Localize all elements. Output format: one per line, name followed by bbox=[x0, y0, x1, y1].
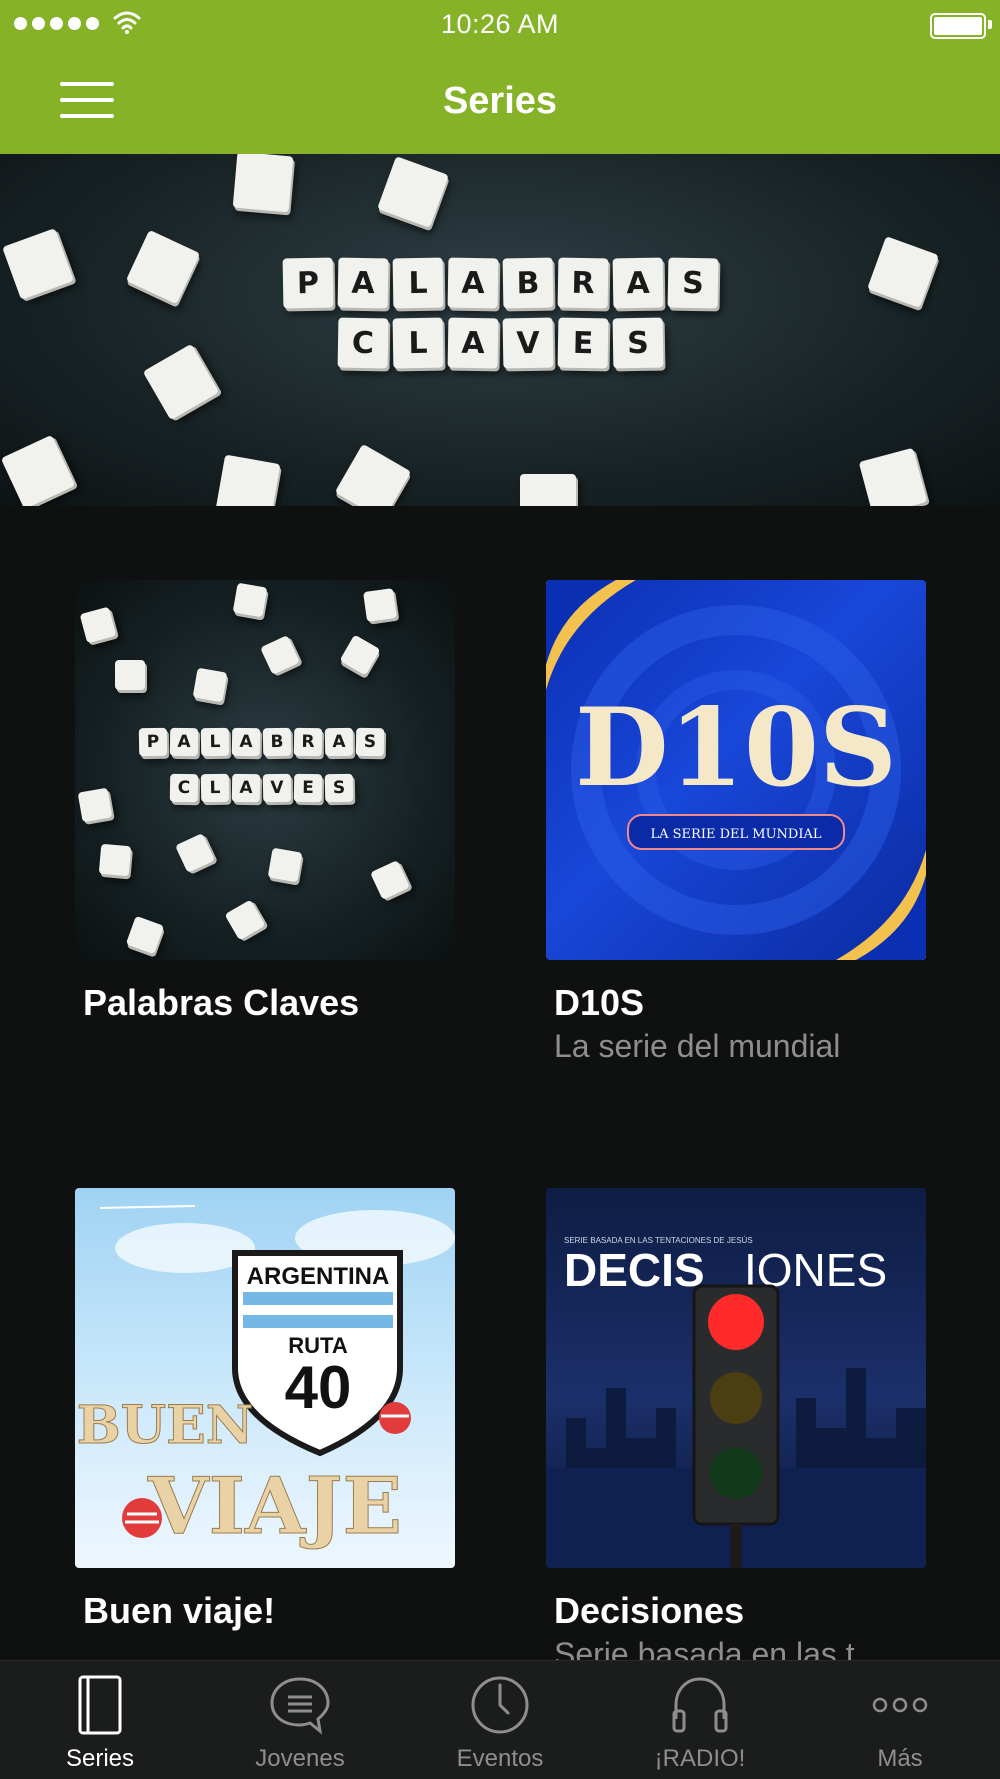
tab-label: Eventos bbox=[456, 1745, 544, 1772]
tab-label: Más bbox=[877, 1745, 923, 1772]
featured-banner[interactable]: PALABRASCLAVES bbox=[0, 154, 1000, 506]
thumb-scatter-tile bbox=[175, 833, 215, 873]
d10s-art-title: D10S bbox=[575, 685, 897, 811]
sign-top: ARGENTINA bbox=[247, 1263, 390, 1290]
art-word-2: VIAJE bbox=[147, 1461, 402, 1552]
d10s-art-badge: LA SERIE DEL MUNDIAL bbox=[651, 827, 822, 842]
series-thumbnail[interactable]: D10S LA SERIE DEL MUNDIAL bbox=[546, 580, 926, 960]
d10s-artwork: D10S LA SERIE DEL MUNDIAL bbox=[546, 580, 926, 960]
banner-tile-row2: S bbox=[612, 317, 664, 369]
thumb-tile-row1: R bbox=[293, 727, 323, 757]
top-bar: 10:26 AM Series bbox=[0, 0, 1000, 154]
banner-scatter-tile bbox=[232, 154, 294, 213]
banner-scatter-tile bbox=[858, 447, 928, 506]
sign-number: 40 bbox=[285, 1354, 352, 1421]
banner-scatter-tile bbox=[0, 434, 76, 506]
clock-icon bbox=[471, 1676, 529, 1734]
banner-tile-row1: R bbox=[557, 257, 609, 309]
thumb-tile-row2: L bbox=[200, 773, 230, 803]
thumb-tile-row1: A bbox=[169, 727, 199, 757]
thumb-tile-row2: S bbox=[324, 773, 354, 803]
banner-tile-row2: C bbox=[337, 317, 389, 369]
banner-tile-row1: A bbox=[447, 257, 499, 309]
thumb-tile-row2: C bbox=[169, 773, 199, 803]
thumb-tile-row1: P bbox=[138, 727, 168, 757]
thumb-tile-row2: A bbox=[231, 773, 261, 803]
tab-series[interactable]: Series bbox=[0, 1661, 200, 1779]
banner-tile-row1: P bbox=[282, 257, 334, 309]
thumb-scatter-tile bbox=[267, 847, 303, 883]
banner-tile-row2: A bbox=[447, 317, 499, 369]
banner-tile-row1: S bbox=[667, 257, 719, 309]
banner-scatter-tile bbox=[215, 454, 281, 506]
banner-tile-row2: L bbox=[392, 317, 444, 369]
thumb-scatter-tile bbox=[77, 787, 113, 823]
art-word-bold: DECIS bbox=[564, 1244, 705, 1296]
thumb-scatter-tile bbox=[260, 635, 300, 675]
banner-scatter-tile bbox=[377, 156, 449, 228]
thumb-tile-row1: A bbox=[231, 727, 261, 757]
thumb-scatter-tile bbox=[224, 899, 266, 941]
tab-mas[interactable]: Más bbox=[800, 1661, 1000, 1779]
art-word-1: BUEN bbox=[77, 1395, 253, 1456]
banner-tile-row1: L bbox=[392, 257, 444, 309]
banner-tile-row1: A bbox=[612, 257, 664, 309]
thumb-scatter-tile bbox=[363, 588, 397, 622]
chat-bubble-icon bbox=[270, 1677, 330, 1735]
thumb-scatter-tile bbox=[125, 915, 165, 955]
series-thumbnail[interactable]: ARGENTINA RUTA 40 BUEN VIAJE bbox=[75, 1188, 455, 1568]
thumb-tile-row2: V bbox=[262, 773, 292, 803]
page-title: Series bbox=[442, 80, 558, 122]
status-bar: 10:26 AM bbox=[0, 0, 1000, 50]
thumb-scatter-tile bbox=[79, 606, 117, 644]
headphones-icon bbox=[672, 1677, 728, 1733]
series-thumbnail[interactable]: SERIE BASADA EN LAS TENTACIONES DE JESÚS… bbox=[546, 1188, 926, 1568]
thumb-tile-row1: B bbox=[262, 727, 292, 757]
banner-scatter-tile bbox=[520, 474, 576, 506]
thumb-scatter-tile bbox=[232, 582, 268, 618]
banner-tile-row2: V bbox=[502, 317, 554, 369]
banner-scatter-tile bbox=[125, 229, 201, 305]
tab-label: Series bbox=[65, 1745, 135, 1772]
series-title: Buen viaje! bbox=[83, 1590, 276, 1631]
series-title: Palabras Claves bbox=[83, 982, 360, 1023]
thumb-tile-row1: S bbox=[355, 727, 385, 757]
tab-label: Jovenes bbox=[255, 1745, 345, 1772]
banner-scatter-tile bbox=[142, 343, 220, 421]
series-title: Decisiones bbox=[554, 1590, 745, 1631]
battery-icon bbox=[930, 13, 986, 39]
tab-eventos[interactable]: Eventos bbox=[400, 1661, 600, 1779]
banner-tile-row2: E bbox=[557, 317, 609, 369]
series-thumbnail[interactable]: PALABRASCLAVES bbox=[75, 580, 455, 960]
buen-viaje-artwork: ARGENTINA RUTA 40 BUEN VIAJE bbox=[76, 1205, 455, 1553]
thumb-scatter-tile bbox=[339, 634, 381, 676]
tab-bar: Series Jovenes Eventos ¡RADIO! Más bbox=[0, 1660, 1000, 1779]
book-icon bbox=[78, 1675, 122, 1735]
banner-tile-row1: B bbox=[502, 257, 554, 309]
tab-label: ¡RADIO! bbox=[654, 1745, 746, 1772]
decisiones-artwork: SERIE BASADA EN LAS TENTACIONES DE JESÚS… bbox=[546, 1236, 926, 1568]
thumb-tile-row1: L bbox=[200, 727, 230, 757]
banner-tile-row1: A bbox=[337, 257, 389, 309]
thumb-tile-row2: E bbox=[293, 773, 323, 803]
more-dots-icon bbox=[872, 1697, 928, 1713]
status-time: 10:26 AM bbox=[440, 9, 560, 39]
thumb-scatter-tile bbox=[115, 660, 145, 690]
thumb-scatter-tile bbox=[98, 843, 132, 877]
tab-jovenes[interactable]: Jovenes bbox=[200, 1661, 400, 1779]
series-title: D10S bbox=[554, 982, 645, 1023]
thumb-scatter-tile bbox=[370, 860, 410, 900]
series-subtitle: La serie del mundial bbox=[554, 1028, 841, 1064]
banner-scatter-tile bbox=[334, 443, 412, 506]
banner-scatter-tile bbox=[867, 236, 939, 308]
thumb-scatter-tile bbox=[192, 667, 228, 703]
tab-radio[interactable]: ¡RADIO! bbox=[600, 1661, 800, 1779]
thumb-tile-row1: A bbox=[324, 727, 354, 757]
banner-scatter-tile bbox=[2, 228, 74, 300]
